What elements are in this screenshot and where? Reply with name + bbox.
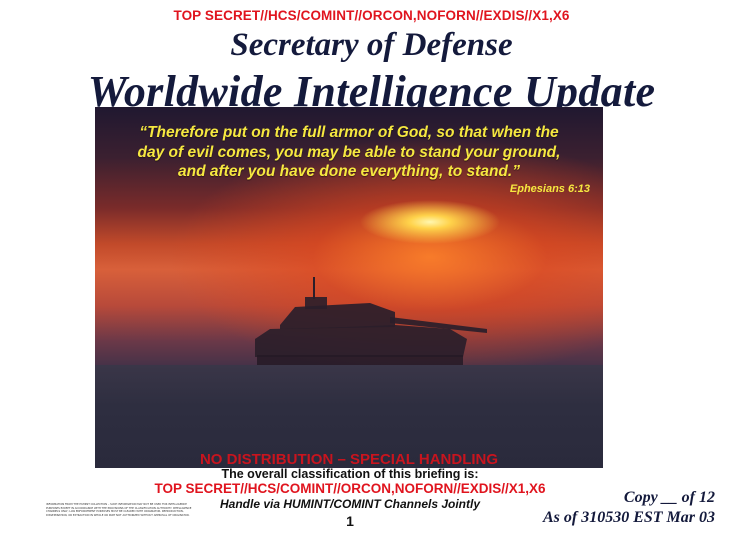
bible-quote: “Therefore put on the full armor of God,… <box>95 123 603 182</box>
overall-classification-label: The overall classification of this brief… <box>221 467 479 481</box>
title-secretary-of-defense: Secretary of Defense <box>230 27 513 63</box>
quote-citation: Ephesians 6:13 <box>509 183 590 195</box>
as-of-timestamp: As of 310530 EST Mar 03 <box>542 509 715 526</box>
quote-line: and after you have done everything, to s… <box>178 163 520 180</box>
top-classification-banner: TOP SECRET//HCS/COMINT//ORCON,NOFORN//EX… <box>173 8 570 23</box>
fine-print-notice: Information from the HUMINT collection –… <box>46 503 192 518</box>
quote-line: “Therefore put on the full armor of God,… <box>139 124 559 141</box>
quote-line: day of evil comes, you may be able to st… <box>137 143 561 161</box>
copy-number: Copy __ of 12 <box>623 489 715 506</box>
no-distribution-banner: NO DISTRIBUTION – SPECIAL HANDLING <box>199 451 499 468</box>
